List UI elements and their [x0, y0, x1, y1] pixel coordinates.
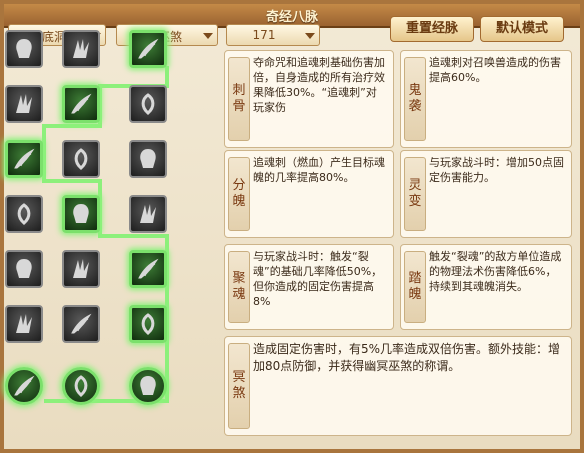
meridian-node[interactable] — [5, 367, 43, 405]
meridian-node[interactable] — [5, 305, 43, 343]
meridian-node[interactable] — [129, 250, 167, 288]
skill-panel-ju-hun[interactable]: 聚魂 与玩家战斗时：触发“裂魂”的基础几率降低50%，但你造成的固定伤害提高8% — [224, 244, 394, 330]
default-mode-button[interactable]: 默认模式 — [480, 16, 564, 42]
skill-name-label: 聚魂 — [228, 251, 250, 323]
meridian-node[interactable] — [5, 140, 43, 178]
meridian-node[interactable] — [129, 85, 167, 123]
level-dropdown[interactable]: 171 — [226, 24, 320, 46]
skill-name: 鬼袭 — [408, 83, 422, 114]
meridian-node[interactable] — [129, 367, 167, 405]
skill-name: 刺骨 — [232, 83, 246, 114]
level-dropdown-value: 171 — [252, 28, 276, 42]
chevron-down-icon — [305, 33, 315, 39]
reset-meridian-button[interactable]: 重置经脉 — [390, 16, 474, 42]
skill-desc: 与玩家战斗时：触发“裂魂”的基础几率降低50%，但你造成的固定伤害提高8% — [253, 250, 383, 308]
chevron-down-icon — [203, 33, 213, 39]
skill-name-label: 鬼袭 — [404, 57, 426, 141]
meridian-node[interactable] — [62, 85, 100, 123]
skill-desc: 触发“裂魂”的敌方单位造成的物理法术伤害降低6%，持续到其魂魄消失。 — [429, 250, 562, 293]
skill-desc: 追魂刺对召唤兽造成的伤害提高60%。 — [429, 56, 561, 84]
meridian-node[interactable] — [129, 305, 167, 343]
skill-name: 冥煞 — [232, 370, 246, 401]
skill-panel-fen-po[interactable]: 分魄 追魂刺（燃血）产生目标魂魄的几率提高80%。 — [224, 150, 394, 238]
skill-name: 踏魄 — [408, 271, 422, 302]
skill-name-label: 灵变 — [404, 157, 426, 231]
skill-name: 分魄 — [232, 178, 246, 209]
skill-panel-ta-po[interactable]: 踏魄 触发“裂魂”的敌方单位造成的物理法术伤害降低6%，持续到其魂魄消失。 — [400, 244, 572, 330]
skill-desc: 造成固定伤害时，有5%几率造成双倍伤害。额外技能：增加80点防御，并获得幽冥巫煞… — [253, 342, 561, 373]
meridian-node[interactable] — [62, 367, 100, 405]
skill-panel-ming-sha[interactable]: 冥煞 造成固定伤害时，有5%几率造成双倍伤害。额外技能：增加80点防御，并获得幽… — [224, 336, 572, 436]
skill-name-label: 踏魄 — [404, 251, 426, 323]
skill-name-label: 分魄 — [228, 157, 250, 231]
skill-desc: 与玩家战斗时：增加50点固定伤害能力。 — [429, 156, 564, 184]
meridian-node[interactable] — [5, 250, 43, 288]
skill-panel-gui-xi[interactable]: 鬼袭 追魂刺对召唤兽造成的伤害提高60%。 — [400, 50, 572, 148]
meridian-node[interactable] — [129, 140, 167, 178]
skill-name: 聚魂 — [232, 271, 246, 302]
meridian-node[interactable] — [62, 195, 100, 233]
meridian-node[interactable] — [62, 30, 100, 68]
skill-panel-ling-bian[interactable]: 灵变 与玩家战斗时：增加50点固定伤害能力。 — [400, 150, 572, 238]
skill-panel-ci-gu[interactable]: 刺骨 夺命咒和追魂刺基础伤害加倍，自身造成的所有治疗效果降低30%。“追魂刺”对… — [224, 50, 394, 148]
skill-desc: 夺命咒和追魂刺基础伤害加倍，自身造成的所有治疗效果降低30%。“追魂刺”对玩家伤 — [253, 56, 385, 114]
skill-name: 灵变 — [408, 178, 422, 209]
meridian-node[interactable] — [129, 195, 167, 233]
skill-desc: 追魂刺（燃血）产生目标魂魄的几率提高80%。 — [253, 156, 385, 184]
meridian-node[interactable] — [62, 250, 100, 288]
meridian-node[interactable] — [62, 140, 100, 178]
skill-name-label: 刺骨 — [228, 57, 250, 141]
skill-name-label: 冥煞 — [228, 343, 250, 429]
meridian-node[interactable] — [5, 195, 43, 233]
meridian-node[interactable] — [5, 30, 43, 68]
meridian-node[interactable] — [129, 30, 167, 68]
meridian-node[interactable] — [62, 305, 100, 343]
meridian-node[interactable] — [5, 85, 43, 123]
